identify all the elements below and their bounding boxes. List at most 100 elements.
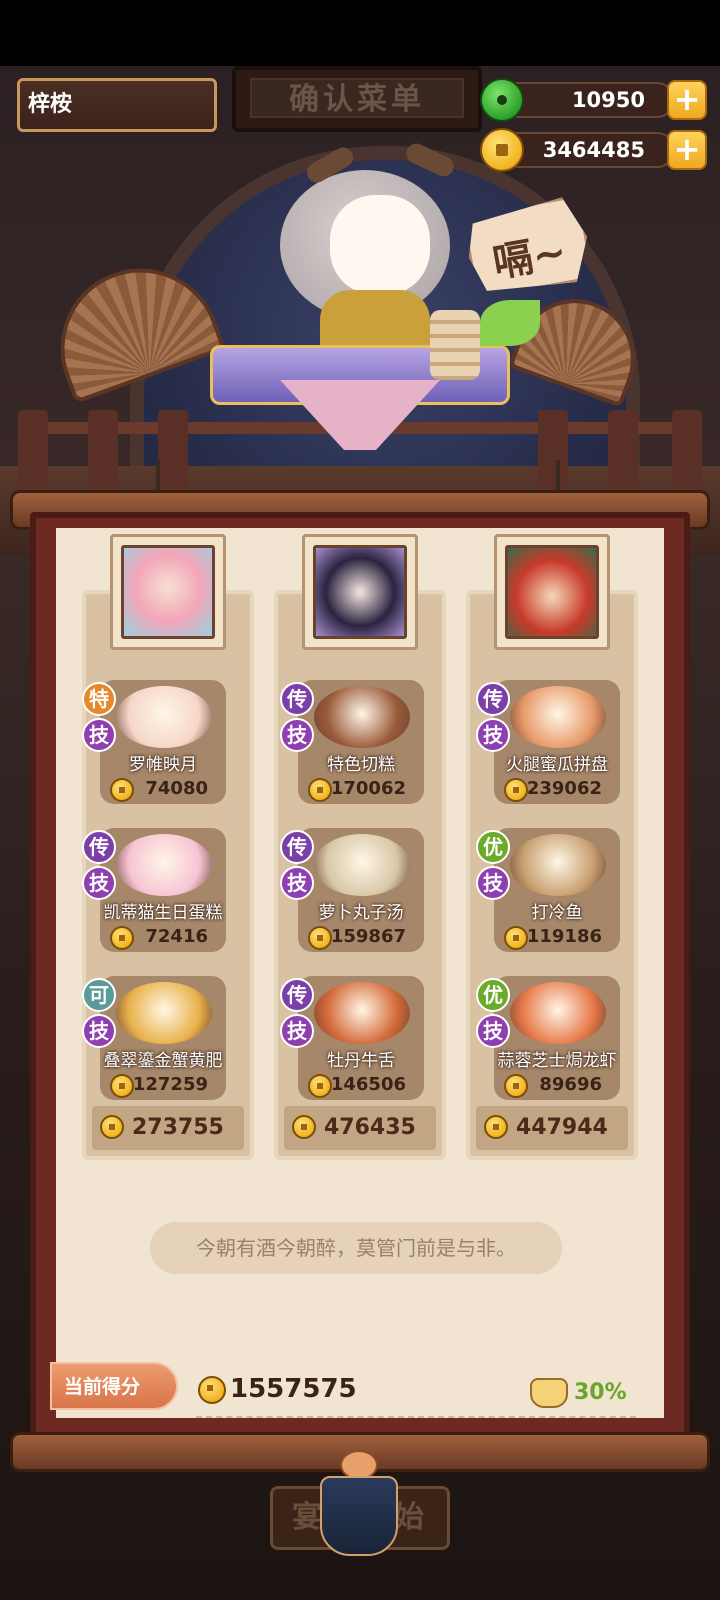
dish-image bbox=[510, 982, 606, 1044]
jade-amount: 10950 bbox=[500, 82, 675, 118]
dish-image bbox=[510, 686, 606, 748]
bonus-rate: 30% bbox=[530, 1376, 630, 1410]
skill-badge: 技 bbox=[280, 718, 314, 752]
coin-amount: 3464485 bbox=[500, 132, 675, 168]
column-total: 447944 bbox=[476, 1106, 628, 1150]
guest-portrait-3[interactable] bbox=[494, 534, 610, 650]
dish-price: 72416 bbox=[106, 924, 220, 950]
dish-card[interactable]: 传 技 萝卜丸子汤 159867 bbox=[280, 828, 424, 952]
guest-avatar bbox=[505, 545, 599, 639]
dish-name: 罗帷映月 bbox=[129, 755, 197, 775]
dish-card[interactable]: 传 技 火腿蜜瓜拼盘 239062 bbox=[476, 680, 620, 804]
dish-name: 蒜蓉芝士焗龙虾 bbox=[497, 1051, 617, 1071]
bonus-pot-icon bbox=[530, 1378, 568, 1408]
guest-avatar bbox=[121, 545, 215, 639]
dish-price: 239062 bbox=[500, 776, 614, 802]
rarity-badge: 传 bbox=[280, 830, 314, 864]
coin-icon bbox=[504, 1074, 528, 1098]
guest-avatar bbox=[313, 545, 407, 639]
coin-icon bbox=[504, 778, 528, 802]
dish-name: 火腿蜜瓜拼盘 bbox=[506, 755, 608, 775]
divider bbox=[196, 1416, 636, 1418]
coin-icon bbox=[484, 1115, 508, 1139]
rarity-badge: 传 bbox=[82, 830, 116, 864]
skill-badge: 技 bbox=[476, 718, 510, 752]
dish-price: 74080 bbox=[106, 776, 220, 802]
dish-name: 叠翠鎏金蟹黄肥 bbox=[103, 1051, 223, 1071]
skill-badge: 技 bbox=[82, 718, 116, 752]
rarity-badge: 传 bbox=[280, 682, 314, 716]
stacked-plates bbox=[430, 310, 480, 380]
rarity-badge: 优 bbox=[476, 978, 510, 1012]
coin-currency: 3464485 + bbox=[480, 128, 707, 172]
player-name[interactable]: 梓桉 bbox=[17, 78, 217, 132]
character-face bbox=[330, 195, 430, 295]
dish-price: 159867 bbox=[304, 924, 418, 950]
sign-title: 确认菜单 bbox=[250, 78, 464, 118]
column-total: 273755 bbox=[92, 1106, 244, 1150]
title-sign: 确认菜单 bbox=[232, 66, 482, 132]
dish-image bbox=[314, 834, 410, 896]
column-total: 476435 bbox=[284, 1106, 436, 1150]
column-total-value: 476435 bbox=[324, 1115, 416, 1140]
coin-icon bbox=[110, 1074, 134, 1098]
tassel-ornament bbox=[316, 1450, 402, 1560]
skill-badge: 技 bbox=[476, 866, 510, 900]
column-total-value: 447944 bbox=[516, 1115, 608, 1140]
bonus-rate-value: 30% bbox=[574, 1380, 627, 1405]
coin-icon bbox=[480, 128, 524, 172]
dish-name: 打冷鱼 bbox=[531, 903, 583, 923]
rarity-badge: 传 bbox=[476, 682, 510, 716]
dish-name: 凯蒂猫生日蛋糕 bbox=[103, 903, 223, 923]
coin-icon bbox=[308, 778, 332, 802]
dish-card[interactable]: 传 技 凯蒂猫生日蛋糕 72416 bbox=[82, 828, 226, 952]
column-total-value: 273755 bbox=[132, 1115, 224, 1140]
rarity-badge: 传 bbox=[280, 978, 314, 1012]
dish-price: 127259 bbox=[106, 1072, 220, 1098]
dish-image bbox=[314, 686, 410, 748]
skill-badge: 技 bbox=[280, 866, 314, 900]
jade-currency: 10950 + bbox=[480, 78, 707, 122]
rarity-badge: 优 bbox=[476, 830, 510, 864]
current-score-label: 当前得分 bbox=[50, 1362, 178, 1410]
coin-icon bbox=[100, 1115, 124, 1139]
dish-card[interactable]: 传 技 牡丹牛舌 146506 bbox=[280, 976, 424, 1100]
dish-price: 170062 bbox=[304, 776, 418, 802]
coin-icon bbox=[308, 1074, 332, 1098]
coin-icon bbox=[110, 778, 134, 802]
dish-image bbox=[116, 982, 212, 1044]
dish-card[interactable]: 传 技 特色切糕 170062 bbox=[280, 680, 424, 804]
dish-image bbox=[510, 834, 606, 896]
dish-name: 牡丹牛舌 bbox=[327, 1051, 395, 1071]
dish-card[interactable]: 优 技 打冷鱼 119186 bbox=[476, 828, 620, 952]
dish-name: 萝卜丸子汤 bbox=[318, 903, 404, 923]
dish-card[interactable]: 可 技 叠翠鎏金蟹黄肥 127259 bbox=[82, 976, 226, 1100]
current-score: 1557575 bbox=[196, 1372, 396, 1406]
jade-icon bbox=[480, 78, 524, 122]
guest-portrait-1[interactable] bbox=[110, 534, 226, 650]
current-score-value: 1557575 bbox=[230, 1374, 357, 1404]
dish-image bbox=[116, 686, 212, 748]
dish-name: 特色切糕 bbox=[327, 755, 395, 775]
add-coin-button[interactable]: + bbox=[667, 130, 707, 170]
dish-image bbox=[116, 834, 212, 896]
guest-portrait-2[interactable] bbox=[302, 534, 418, 650]
rarity-badge: 可 bbox=[82, 978, 116, 1012]
rarity-badge: 特 bbox=[82, 682, 116, 716]
dish-card[interactable]: 优 技 蒜蓉芝士焗龙虾 89696 bbox=[476, 976, 620, 1100]
poem-quote: 今朝有酒今朝醉，莫管门前是与非。 bbox=[150, 1222, 562, 1274]
dish-price: 89696 bbox=[500, 1072, 614, 1098]
add-jade-button[interactable]: + bbox=[667, 80, 707, 120]
skill-badge: 技 bbox=[280, 1014, 314, 1048]
coin-icon bbox=[110, 926, 134, 950]
dish-price: 146506 bbox=[304, 1072, 418, 1098]
dish-card[interactable]: 特 技 罗帷映月 74080 bbox=[82, 680, 226, 804]
coin-icon bbox=[198, 1376, 226, 1404]
skill-badge: 技 bbox=[82, 1014, 116, 1048]
coin-icon bbox=[292, 1115, 316, 1139]
dish-price: 119186 bbox=[500, 924, 614, 950]
dish-image bbox=[314, 982, 410, 1044]
leaf-decoration bbox=[480, 300, 540, 346]
coin-icon bbox=[308, 926, 332, 950]
skill-badge: 技 bbox=[82, 866, 116, 900]
